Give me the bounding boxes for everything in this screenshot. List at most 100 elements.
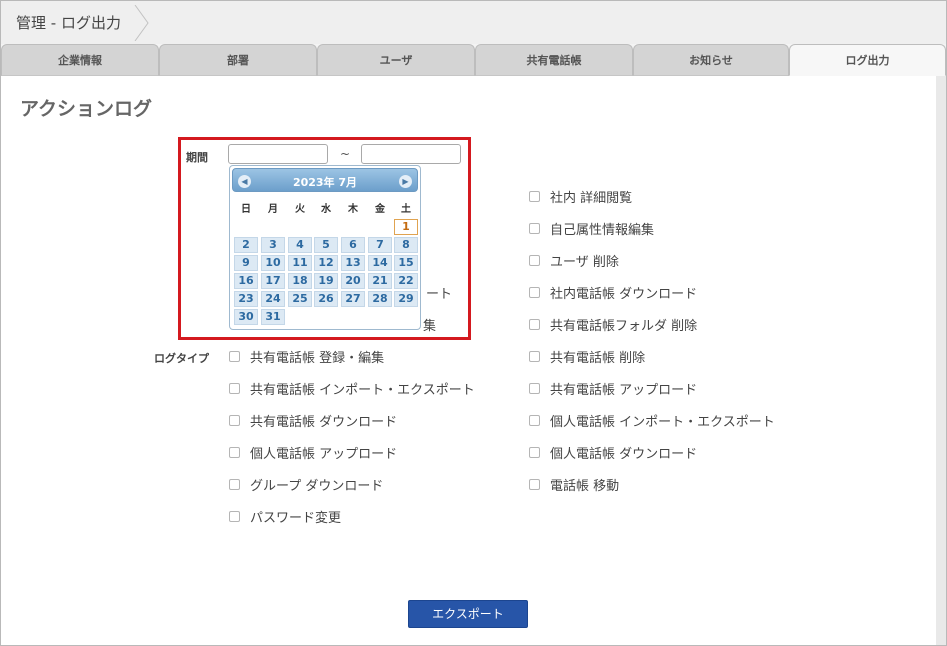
weekday-header: 木 bbox=[348, 204, 358, 215]
checkbox[interactable] bbox=[529, 415, 540, 426]
logtype-option-label: 集 bbox=[423, 319, 437, 334]
logtype-option[interactable]: 個人電話帳 インポート・エクスポート bbox=[529, 411, 775, 430]
calendar-day[interactable]: 29 bbox=[394, 291, 418, 307]
calendar-day[interactable]: 18 bbox=[288, 273, 312, 289]
datepicker: ◀ 2023年 7月 ▶ 日月火水木金土 1 2 3 4 5 6 7 8 9 10 11 12 13 14 1… bbox=[229, 165, 421, 330]
logtype-option[interactable]: ユーザ 削除 bbox=[529, 251, 619, 270]
calendar-day[interactable]: 13 bbox=[341, 255, 365, 271]
checkbox[interactable] bbox=[529, 287, 540, 298]
logtype-option-label: 共有電話帳 アップロード bbox=[550, 383, 698, 398]
calendar-day[interactable]: 30 bbox=[234, 309, 258, 325]
start-date-input[interactable] bbox=[228, 144, 328, 164]
logtype-option[interactable]: 個人電話帳 アップロード bbox=[229, 443, 397, 462]
checkbox[interactable] bbox=[229, 511, 240, 522]
calendar-day[interactable]: 24 bbox=[261, 291, 285, 307]
tab-departments[interactable]: 部署 bbox=[159, 44, 317, 76]
calendar-day[interactable]: 5 bbox=[314, 237, 338, 253]
calendar-day[interactable]: 23 bbox=[234, 291, 258, 307]
calendar-day[interactable]: 20 bbox=[341, 273, 365, 289]
checkbox[interactable] bbox=[529, 447, 540, 458]
tab-shared-phonebook[interactable]: 共有電話帳 bbox=[475, 44, 633, 76]
logtype-option[interactable]: 社内 詳細閲覧 bbox=[529, 187, 632, 206]
tab-company-info[interactable]: 企業情報 bbox=[1, 44, 159, 76]
calendar-day[interactable]: 12 bbox=[314, 255, 338, 271]
page-title: 管理 - ログ出力 bbox=[16, 14, 121, 32]
calendar-day[interactable]: 4 bbox=[288, 237, 312, 253]
calendar-day[interactable]: 11 bbox=[288, 255, 312, 271]
chevron-right-icon bbox=[134, 5, 149, 41]
logtype-option[interactable]: 共有電話帳 削除 bbox=[529, 347, 645, 366]
main-content bbox=[1, 76, 936, 645]
logtype-option-label: ート bbox=[426, 287, 453, 302]
checkbox[interactable] bbox=[229, 415, 240, 426]
calendar-day[interactable]: 15 bbox=[394, 255, 418, 271]
checkbox[interactable] bbox=[529, 223, 540, 234]
calendar-day[interactable]: 7 bbox=[368, 237, 392, 253]
logtype-option[interactable]: 共有電話帳 アップロード bbox=[529, 379, 697, 398]
logtype-option[interactable]: 共有電話帳 ダウンロード bbox=[229, 411, 397, 430]
calendar-day[interactable]: 8 bbox=[394, 237, 418, 253]
next-month-icon[interactable]: ▶ bbox=[399, 175, 412, 188]
checkbox[interactable] bbox=[529, 255, 540, 266]
weekday-header: 日 bbox=[241, 204, 251, 215]
datepicker-title: 2023年 7月 bbox=[292, 176, 358, 189]
tab-log-output[interactable]: ログ出力 bbox=[789, 44, 946, 76]
weekday-header: 月 bbox=[268, 204, 278, 215]
logtype-option[interactable]: グループ ダウンロード bbox=[229, 475, 383, 494]
calendar-day[interactable]: 26 bbox=[314, 291, 338, 307]
calendar-day[interactable]: 2 bbox=[234, 237, 258, 253]
logtype-option-label: 共有電話帳 インポート・エクスポート bbox=[250, 383, 475, 398]
calendar-day[interactable]: 27 bbox=[341, 291, 365, 307]
logtype-option-label: 自己属性情報編集 bbox=[550, 223, 655, 238]
checkbox[interactable] bbox=[229, 351, 240, 362]
checkbox[interactable] bbox=[229, 383, 240, 394]
logtype-label: ログタイプ bbox=[154, 352, 209, 365]
checkbox[interactable] bbox=[229, 479, 240, 490]
calendar-day[interactable]: 1 bbox=[394, 219, 418, 235]
calendar-day[interactable]: 9 bbox=[234, 255, 258, 271]
logtype-option-label: 個人電話帳 ダウンロード bbox=[550, 447, 698, 462]
calendar-day[interactable]: 6 bbox=[341, 237, 365, 253]
logtype-option-label: 共有電話帳フォルダ 削除 bbox=[550, 319, 698, 334]
calendar-day[interactable]: 25 bbox=[288, 291, 312, 307]
calendar-day[interactable]: 19 bbox=[314, 273, 338, 289]
calendar-day[interactable]: 16 bbox=[234, 273, 258, 289]
calendar-day[interactable]: 10 bbox=[261, 255, 285, 271]
logtype-option[interactable]: 自己属性情報編集 bbox=[529, 219, 654, 238]
calendar-day[interactable]: 21 bbox=[368, 273, 392, 289]
checkbox[interactable] bbox=[529, 319, 540, 330]
checkbox[interactable] bbox=[529, 191, 540, 202]
checkbox[interactable] bbox=[529, 383, 540, 394]
calendar-day[interactable]: 3 bbox=[261, 237, 285, 253]
calendar-day[interactable]: 14 bbox=[368, 255, 392, 271]
logtype-option-label: 社内 詳細閲覧 bbox=[550, 191, 633, 206]
weekday-header: 土 bbox=[401, 204, 411, 215]
logtype-option[interactable]: 共有電話帳フォルダ 削除 bbox=[529, 315, 697, 334]
logtype-option-label: 共有電話帳 削除 bbox=[550, 351, 646, 366]
calendar-day[interactable]: 22 bbox=[394, 273, 418, 289]
checkbox[interactable] bbox=[529, 479, 540, 490]
logtype-option[interactable]: 共有電話帳 登録・編集 bbox=[229, 347, 384, 366]
calendar-day[interactable]: 17 bbox=[261, 273, 285, 289]
end-date-input[interactable] bbox=[361, 144, 461, 164]
section-heading: アクションログ bbox=[20, 98, 153, 120]
tab-users[interactable]: ユーザ bbox=[317, 44, 475, 76]
logtype-option[interactable]: 個人電話帳 ダウンロード bbox=[529, 443, 697, 462]
logtype-option[interactable]: 電話帳 移動 bbox=[529, 475, 619, 494]
tab-notices[interactable]: お知らせ bbox=[633, 44, 789, 76]
export-button[interactable]: エクスポート bbox=[408, 600, 528, 628]
period-label: 期間 bbox=[186, 151, 208, 164]
scrollbar[interactable] bbox=[936, 76, 946, 645]
checkbox[interactable] bbox=[229, 447, 240, 458]
logtype-option[interactable]: パスワード変更 bbox=[229, 507, 341, 526]
weekday-header: 火 bbox=[295, 204, 305, 215]
logtype-option[interactable]: 共有電話帳 インポート・エクスポート bbox=[229, 379, 475, 398]
logtype-option-label: パスワード変更 bbox=[250, 511, 342, 526]
checkbox[interactable] bbox=[529, 351, 540, 362]
logtype-option-label: ユーザ 削除 bbox=[550, 255, 619, 270]
calendar-day[interactable]: 28 bbox=[368, 291, 392, 307]
logtype-option[interactable]: 社内電話帳 ダウンロード bbox=[529, 283, 697, 302]
breadcrumb: 管理 - ログ出力 bbox=[1, 1, 946, 44]
logtype-option-label: グループ ダウンロード bbox=[250, 479, 384, 494]
calendar-day[interactable]: 31 bbox=[261, 309, 285, 325]
